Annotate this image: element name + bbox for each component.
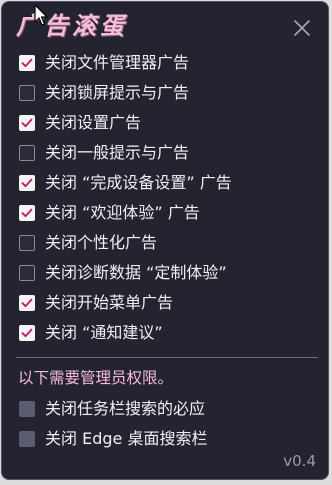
option-finish-setup-ads[interactable]: 关闭 “完成设备设置” 广告 — [19, 170, 232, 196]
checkmark-icon — [21, 208, 33, 218]
option-file-explorer-ads[interactable]: 关闭文件管理器广告 — [19, 50, 189, 76]
option-label: 关闭设置广告 — [45, 113, 142, 132]
checkbox[interactable] — [19, 235, 35, 251]
checkbox[interactable] — [19, 401, 35, 417]
option-label: 关闭锁屏提示与广告 — [45, 83, 190, 102]
option-label: 关闭个性化广告 — [45, 233, 158, 252]
checkbox[interactable] — [19, 295, 35, 311]
option-label: 关闭一般提示与广告 — [45, 143, 190, 162]
option-welcome-experience-ads[interactable]: 关闭 “欢迎体验” 广告 — [19, 200, 200, 226]
option-label: 关闭 Edge 桌面搜索栏 — [45, 429, 208, 448]
option-personalized-ads[interactable]: 关闭个性化广告 — [19, 230, 157, 256]
option-label: 关闭 “欢迎体验” 广告 — [45, 203, 200, 222]
checkbox[interactable] — [19, 265, 35, 281]
checkbox[interactable] — [19, 115, 35, 131]
option-lockscreen-ads[interactable]: 关闭锁屏提示与广告 — [19, 80, 189, 106]
option-settings-ads[interactable]: 关闭设置广告 — [19, 110, 141, 136]
checkbox[interactable] — [19, 145, 35, 161]
option-label: 关闭 “通知建议” — [45, 323, 163, 342]
option-label: 关闭开始菜单广告 — [45, 293, 174, 312]
option-notification-suggestions[interactable]: 关闭 “通知建议” — [19, 320, 163, 346]
ad-blocker-window: 广告滚蛋 关闭文件管理器广告 关闭锁屏提示与广告 关闭设置广告 关闭一般提示与广… — [1, 1, 329, 480]
checkmark-icon — [21, 178, 33, 188]
checkbox[interactable] — [19, 431, 35, 447]
checkmark-icon — [21, 328, 33, 338]
option-label: 关闭文件管理器广告 — [45, 53, 190, 72]
option-edge-search-bar[interactable]: 关闭 Edge 桌面搜索栏 — [19, 426, 207, 452]
checkbox[interactable] — [19, 325, 35, 341]
checkmark-icon — [21, 118, 33, 128]
option-general-tips-ads[interactable]: 关闭一般提示与广告 — [19, 140, 189, 166]
app-title: 广告滚蛋 — [16, 11, 128, 40]
admin-required-note: 以下需要管理员权限。 — [18, 369, 174, 387]
close-icon[interactable] — [292, 18, 312, 38]
checkbox[interactable] — [19, 85, 35, 101]
version-label: v0.4 — [283, 452, 316, 470]
mouse-pointer-icon — [34, 4, 50, 28]
option-label: 关闭任务栏搜索的必应 — [45, 399, 206, 418]
option-label: 关闭 “完成设备设置” 广告 — [45, 173, 232, 192]
checkmark-icon — [21, 58, 33, 68]
checkbox[interactable] — [19, 205, 35, 221]
checkmark-icon — [21, 298, 33, 308]
divider — [16, 357, 318, 358]
checkbox[interactable] — [19, 55, 35, 71]
checkbox[interactable] — [19, 175, 35, 191]
option-tailored-experience[interactable]: 关闭诊断数据 “定制体验” — [19, 260, 227, 286]
option-taskbar-bing[interactable]: 关闭任务栏搜索的必应 — [19, 396, 205, 422]
option-start-menu-ads[interactable]: 关闭开始菜单广告 — [19, 290, 173, 316]
option-label: 关闭诊断数据 “定制体验” — [45, 263, 227, 282]
